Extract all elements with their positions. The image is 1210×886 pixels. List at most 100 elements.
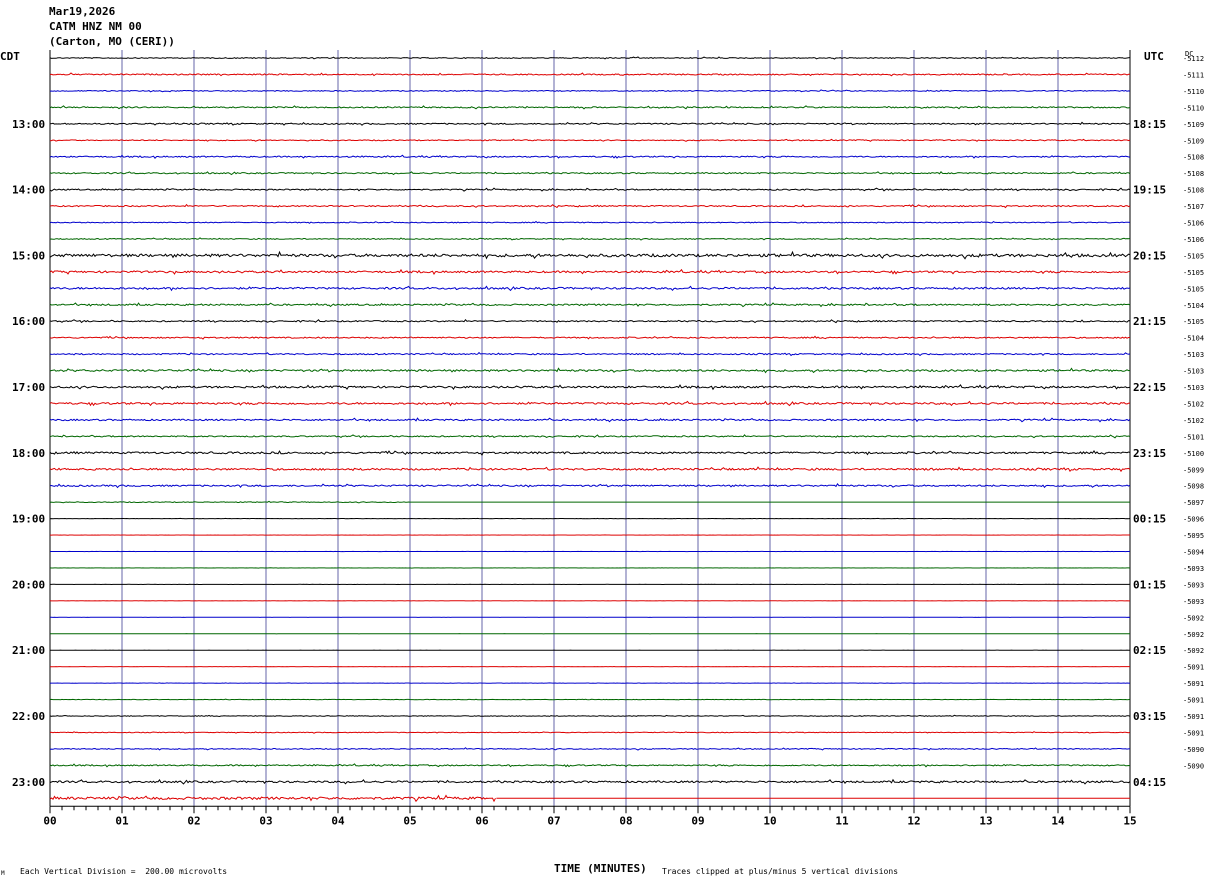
trace-line: [49, 203, 1131, 209]
trace-lines: [49, 56, 1131, 803]
trace-line: [49, 171, 1131, 176]
dc-offset-label: -5108: [1183, 154, 1204, 162]
dc-offset-label: -5102: [1183, 417, 1204, 425]
x-tick-label: 15: [1123, 814, 1136, 827]
dc-offset-label: -5103: [1183, 351, 1204, 359]
x-tick-label: 11: [835, 814, 849, 827]
hour-label-utc: 03:15: [1133, 710, 1166, 723]
hour-label-cdt: 17:00: [12, 381, 45, 394]
x-tick-label: 03: [259, 814, 272, 827]
hour-label-cdt: 13:00: [12, 118, 45, 131]
dc-offset-label: -5093: [1183, 598, 1204, 606]
trace-line: [49, 794, 496, 803]
trace-line: [49, 335, 1130, 340]
dc-offset-label: -5107: [1183, 203, 1204, 211]
dc-offset-label: -5104: [1183, 335, 1204, 343]
dc-offset-label: -5105: [1183, 252, 1204, 260]
dc-offset-label: -5105: [1183, 285, 1204, 293]
hour-label-cdt: 15:00: [12, 249, 45, 262]
hour-label-utc: 04:15: [1133, 776, 1166, 789]
trace-line: [49, 250, 1131, 260]
hour-label-cdt: 21:00: [12, 644, 45, 657]
dc-offset-label: -5091: [1183, 664, 1204, 672]
dc-offset-label: -5094: [1183, 549, 1204, 557]
hour-label-utc: 00:15: [1133, 513, 1166, 526]
dc-offset-label: -5109: [1183, 137, 1204, 145]
hour-label-utc: 23:15: [1133, 447, 1166, 460]
dc-offset-label: -5091: [1183, 680, 1204, 688]
x-tick-label: 12: [907, 814, 920, 827]
x-tick-label: 05: [403, 814, 416, 827]
hour-label-cdt: 22:00: [12, 710, 45, 723]
trace-line: [49, 105, 1131, 110]
hour-label-utc: 22:15: [1133, 381, 1166, 394]
dc-offset-label: -5101: [1183, 433, 1204, 441]
dc-offset-label: -5105: [1183, 269, 1204, 277]
x-tick-label: 13: [979, 814, 992, 827]
x-tick-label: 02: [187, 814, 200, 827]
dc-offset-label: -5095: [1183, 532, 1204, 540]
trace-line: [49, 302, 1131, 308]
trace-line: [49, 187, 1131, 192]
trace-line: [49, 434, 1131, 439]
dc-offset-label: -5096: [1183, 516, 1204, 524]
dc-offset-label: -5092: [1183, 631, 1204, 639]
corner-mark: M: [1, 870, 5, 877]
time-grid: [49, 50, 1131, 807]
trace-line: [49, 731, 1131, 734]
trace-line: [49, 714, 1131, 718]
trace-line: [49, 449, 1131, 456]
trace-line: [49, 384, 1131, 391]
trace-line: [49, 220, 1131, 224]
dc-offset-label: -5110: [1183, 104, 1204, 112]
dc-offset-label: -5103: [1183, 384, 1204, 392]
x-tick-label: 08: [619, 814, 632, 827]
trace-line: [49, 237, 1131, 241]
trace-line: [49, 763, 1131, 768]
dc-offset-label: -5105: [1183, 318, 1204, 326]
x-tick-label: 00: [43, 814, 56, 827]
trace-line: [49, 483, 1131, 489]
time-axis: 00 01 02 03 04 05 06 07 08 09 10 11 12 13 14 15: [43, 805, 1137, 827]
trace-line: [49, 121, 1131, 126]
dc-offset-label: -5099: [1183, 466, 1204, 474]
hour-label-cdt: 14:00: [12, 184, 45, 197]
dc-offset-label: -5109: [1183, 121, 1204, 129]
x-tick-label: 04: [331, 814, 345, 827]
x-tick-label: 10: [763, 814, 776, 827]
trace-line: [49, 367, 1131, 374]
x-axis-title: TIME (MINUTES): [554, 862, 647, 875]
dc-offset-label: -5092: [1183, 647, 1204, 655]
trace-line: [49, 154, 1131, 159]
dc-offset-label: -5103: [1183, 368, 1204, 376]
trace-line: [49, 72, 1130, 77]
dc-offset-label: -5091: [1183, 713, 1204, 721]
dc-offset-label: -5106: [1183, 236, 1204, 244]
trace-line: [49, 268, 1131, 275]
hour-label-cdt: 16:00: [12, 315, 45, 328]
hour-label-utc: 19:15: [1133, 184, 1166, 197]
hour-label-utc: 01:15: [1133, 578, 1166, 591]
trace-line: [49, 89, 1131, 93]
dc-offset-label: -5093: [1183, 565, 1204, 573]
dc-offset-label: -5108: [1183, 170, 1204, 178]
dc-offset-label: -5108: [1183, 187, 1204, 195]
dc-offset-label: -5100: [1183, 450, 1204, 458]
seismogram-plot: -5112-5111-5110-5110-5109-5109-5108-5108…: [12, 50, 1204, 827]
trace-line: [49, 778, 1131, 785]
dc-offset-label: -5093: [1183, 581, 1204, 589]
hour-label-utc: 18:15: [1133, 118, 1166, 131]
dc-offset-label: -5091: [1183, 729, 1204, 737]
scale-note: Each Vertical Division = 200.00 microvol…: [20, 867, 228, 876]
trace-line: [49, 698, 1131, 701]
dc-offset-label: -5090: [1183, 746, 1204, 754]
trace-line: [49, 138, 1131, 142]
trace-line: [49, 500, 411, 504]
x-tick-label: 14: [1051, 814, 1065, 827]
hour-label-cdt: 23:00: [12, 776, 45, 789]
dc-offset-label: -5102: [1183, 400, 1204, 408]
trace-line: [49, 56, 1131, 60]
dc-offset-label: -5110: [1183, 88, 1204, 96]
trace-line: [49, 747, 1131, 751]
hour-label-cdt: 19:00: [12, 513, 45, 526]
